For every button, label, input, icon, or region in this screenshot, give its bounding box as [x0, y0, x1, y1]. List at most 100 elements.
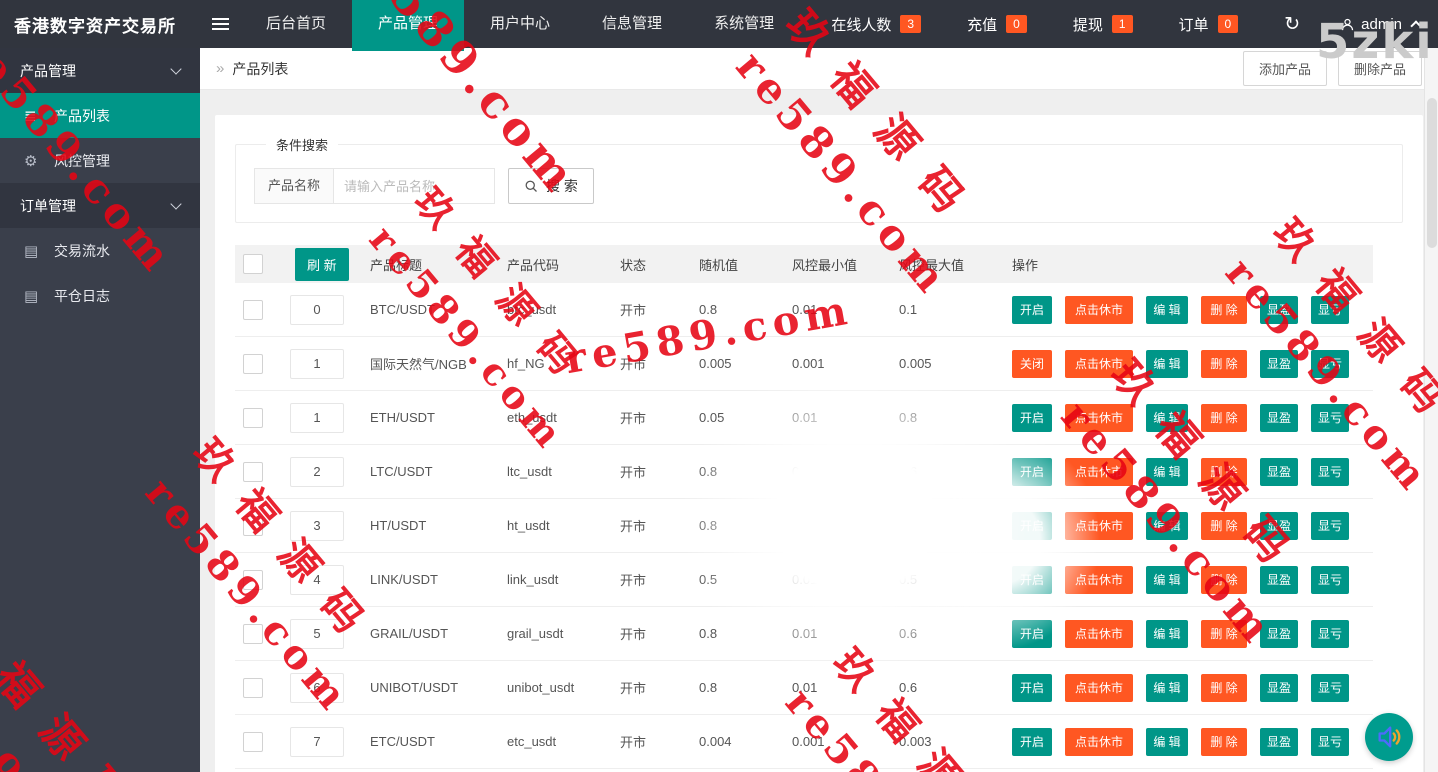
toggle-market-button[interactable]: 开启 [1012, 458, 1052, 486]
show-profit-button[interactable]: 显盈 [1260, 512, 1298, 540]
sidebar-group-product-management[interactable]: 产品管理 [0, 48, 200, 93]
toggle-market-button[interactable]: 开启 [1012, 404, 1052, 432]
row-checkbox[interactable] [243, 624, 263, 644]
audio-float-button[interactable] [1365, 713, 1413, 761]
halt-market-button[interactable]: 点击休市 [1065, 620, 1133, 648]
row-checkbox[interactable] [243, 516, 263, 536]
tab-home[interactable]: 后台首页 [240, 0, 352, 48]
sort-order-input[interactable] [290, 727, 344, 757]
halt-market-button[interactable]: 点击休市 [1065, 404, 1133, 432]
edit-button[interactable]: 编 辑 [1146, 350, 1188, 378]
withdraw-stat[interactable]: 提现 1 [1073, 14, 1133, 35]
toggle-market-button[interactable]: 关闭 [1012, 350, 1052, 378]
edit-button[interactable]: 编 辑 [1146, 674, 1188, 702]
edit-button[interactable]: 编 辑 [1146, 620, 1188, 648]
row-checkbox[interactable] [243, 462, 263, 482]
sort-order-input[interactable] [290, 457, 344, 487]
halt-market-button[interactable]: 点击休市 [1065, 728, 1133, 756]
edit-button[interactable]: 编 辑 [1146, 566, 1188, 594]
delete-button[interactable]: 删 除 [1201, 296, 1247, 324]
delete-button[interactable]: 删 除 [1201, 350, 1247, 378]
sort-order-input[interactable] [290, 511, 344, 541]
edit-button[interactable]: 编 辑 [1146, 512, 1188, 540]
add-product-button[interactable]: 添加产品 [1243, 51, 1327, 86]
delete-button[interactable]: 删 除 [1201, 512, 1247, 540]
show-loss-button[interactable]: 显亏 [1311, 404, 1349, 432]
show-loss-button[interactable]: 显亏 [1311, 458, 1349, 486]
tab-user-center[interactable]: 用户中心 [464, 0, 576, 48]
show-profit-button[interactable]: 显盈 [1260, 674, 1298, 702]
toggle-market-button[interactable]: 开启 [1012, 728, 1052, 756]
row-checkbox[interactable] [243, 354, 263, 374]
sort-order-input[interactable] [290, 565, 344, 595]
sidebar-item-trade-flow[interactable]: ▤ 交易流水 [0, 228, 200, 273]
sidebar-item-close-log[interactable]: ▤ 平仓日志 [0, 273, 200, 318]
halt-market-button[interactable]: 点击休市 [1065, 674, 1133, 702]
show-loss-button[interactable]: 显亏 [1311, 350, 1349, 378]
recharge-stat[interactable]: 充值 0 [967, 14, 1027, 35]
table-refresh-button[interactable]: 刷 新 [295, 248, 349, 281]
edit-button[interactable]: 编 辑 [1146, 728, 1188, 756]
delete-button[interactable]: 删 除 [1201, 674, 1247, 702]
search-button[interactable]: 搜 索 [508, 168, 594, 204]
toggle-market-button[interactable]: 开启 [1012, 296, 1052, 324]
show-loss-button[interactable]: 显亏 [1311, 566, 1349, 594]
product-name-label: 产品名称 [254, 168, 333, 204]
row-checkbox[interactable] [243, 678, 263, 698]
show-profit-button[interactable]: 显盈 [1260, 404, 1298, 432]
tab-system-management[interactable]: 系统管理 [688, 0, 800, 48]
show-loss-button[interactable]: 显亏 [1311, 674, 1349, 702]
edit-button[interactable]: 编 辑 [1146, 458, 1188, 486]
menu-toggle-icon[interactable] [200, 0, 240, 48]
halt-market-button[interactable]: 点击休市 [1065, 566, 1133, 594]
product-name-input[interactable] [333, 168, 495, 204]
show-profit-button[interactable]: 显盈 [1260, 620, 1298, 648]
delete-button[interactable]: 删 除 [1201, 566, 1247, 594]
refresh-icon[interactable]: ↻ [1284, 13, 1300, 36]
show-profit-button[interactable]: 显盈 [1260, 296, 1298, 324]
sort-order-input[interactable] [290, 349, 344, 379]
edit-button[interactable]: 编 辑 [1146, 296, 1188, 324]
sidebar-item-product-list[interactable]: ≣ 产品列表 [0, 93, 200, 138]
orders-stat[interactable]: 订单 0 [1179, 14, 1239, 35]
toggle-market-button[interactable]: 开启 [1012, 512, 1052, 540]
row-checkbox[interactable] [243, 570, 263, 590]
halt-market-button[interactable]: 点击休市 [1065, 296, 1133, 324]
halt-market-button[interactable]: 点击休市 [1065, 350, 1133, 378]
scrollbar[interactable] [1424, 48, 1438, 772]
row-checkbox[interactable] [243, 300, 263, 320]
sidebar-group-order-management[interactable]: 订单管理 [0, 183, 200, 228]
halt-market-button[interactable]: 点击休市 [1065, 512, 1133, 540]
delete-button[interactable]: 删 除 [1201, 728, 1247, 756]
scrollbar-thumb[interactable] [1427, 98, 1437, 248]
sort-order-input[interactable] [290, 403, 344, 433]
online-users-stat[interactable]: 在线人数 3 [831, 14, 921, 35]
toggle-market-button[interactable]: 开启 [1012, 620, 1052, 648]
content-area: 条件搜索 产品名称 搜 索 刷 新 产品标题 产品代码 状态 [200, 90, 1438, 772]
delete-button[interactable]: 删 除 [1201, 404, 1247, 432]
halt-market-button[interactable]: 点击休市 [1065, 458, 1133, 486]
sidebar-item-risk-management[interactable]: ⚙ 风控管理 [0, 138, 200, 183]
sort-order-input[interactable] [290, 295, 344, 325]
show-profit-button[interactable]: 显盈 [1260, 458, 1298, 486]
select-all-checkbox[interactable] [243, 254, 263, 274]
show-profit-button[interactable]: 显盈 [1260, 728, 1298, 756]
edit-button[interactable]: 编 辑 [1146, 404, 1188, 432]
sort-order-input[interactable] [290, 619, 344, 649]
show-profit-button[interactable]: 显盈 [1260, 350, 1298, 378]
show-loss-button[interactable]: 显亏 [1311, 296, 1349, 324]
delete-button[interactable]: 删 除 [1201, 458, 1247, 486]
show-loss-button[interactable]: 显亏 [1311, 728, 1349, 756]
show-profit-button[interactable]: 显盈 [1260, 566, 1298, 594]
tab-info-management[interactable]: 信息管理 [576, 0, 688, 48]
show-loss-button[interactable]: 显亏 [1311, 620, 1349, 648]
toggle-market-button[interactable]: 开启 [1012, 566, 1052, 594]
sort-order-input[interactable] [290, 673, 344, 703]
toggle-market-button[interactable]: 开启 [1012, 674, 1052, 702]
row-checkbox[interactable] [243, 408, 263, 428]
delete-button[interactable]: 删 除 [1201, 620, 1247, 648]
show-loss-button[interactable]: 显亏 [1311, 512, 1349, 540]
tab-product-management[interactable]: 产品管理 [352, 0, 464, 51]
row-checkbox[interactable] [243, 732, 263, 752]
top-bar: 香港数字资产交易所 后台首页 产品管理 用户中心 信息管理 系统管理 在线人数 … [0, 0, 1438, 48]
